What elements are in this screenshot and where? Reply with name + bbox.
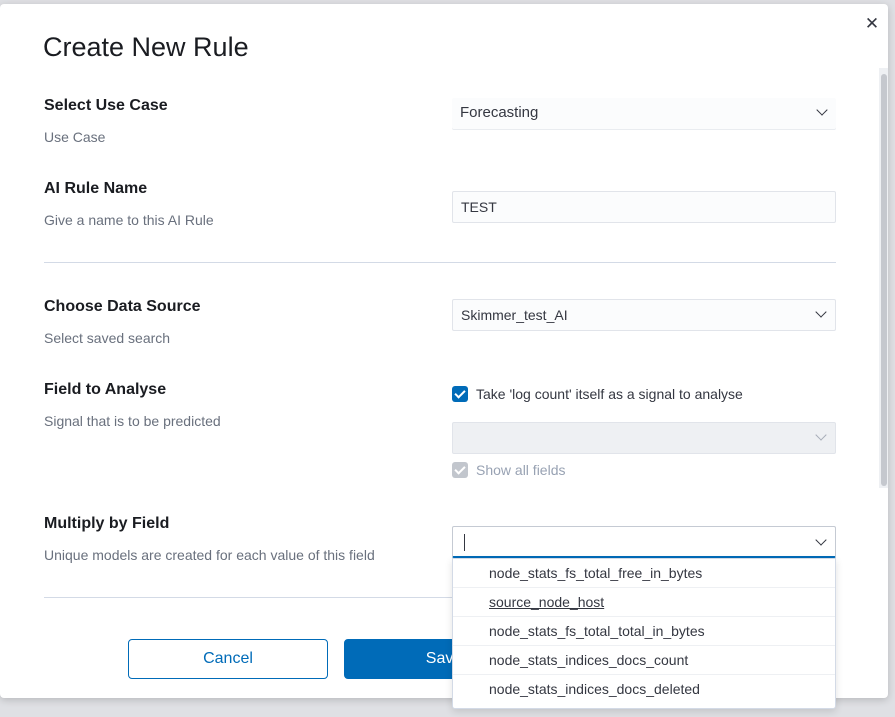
dropdown-option[interactable]: node_stats_indices_docs_deleted [453,675,835,704]
data-source-label: Choose Data Source [44,298,201,315]
multiply-by-label: Multiply by Field [44,515,170,532]
use-case-select[interactable]: Forecasting [452,98,836,130]
use-case-select-value: Forecasting [460,104,539,121]
data-source-select[interactable]: Skimmer_test_AI [452,299,836,331]
chevron-down-icon [815,429,827,441]
chevron-down-icon [816,104,828,116]
use-case-description: Use Case [44,129,106,145]
use-case-label: Select Use Case [44,97,168,114]
rule-name-label: AI Rule Name [44,180,148,197]
multiply-by-description: Unique models are created for each value… [44,547,375,563]
checkbox-checked-icon[interactable] [452,386,468,402]
dropdown-option[interactable]: node_stats_indices_docs_count [453,646,835,675]
chevron-down-icon[interactable] [815,534,827,546]
section-divider [44,262,836,263]
chevron-down-icon [815,306,827,318]
rule-name-description: Give a name to this AI Rule [44,212,214,228]
checkbox-checked-icon [452,462,468,478]
multiply-by-combobox[interactable] [452,526,836,558]
cancel-button[interactable]: Cancel [128,639,328,679]
dropdown-option[interactable]: node_stats_fs_total_free_in_bytes [453,559,835,588]
rule-name-input[interactable]: TEST [452,191,836,223]
show-all-fields-label: Show all fields [476,462,566,478]
dropdown-option[interactable]: source_node_host [453,588,835,617]
log-count-checkbox-label: Take 'log count' itself as a signal to a… [476,386,743,402]
text-cursor [464,534,465,551]
field-analyse-description: Signal that is to be predicted [44,413,221,429]
rule-name-input-value: TEST [461,199,497,215]
show-all-fields-checkbox: Show all fields [452,461,566,479]
data-source-description: Select saved search [44,330,171,346]
field-analyse-select [452,422,836,454]
close-icon[interactable]: ✕ [862,14,882,34]
modal-title: Create New Rule [43,32,249,62]
scrollbar-thumb[interactable] [881,74,887,486]
data-source-select-value: Skimmer_test_AI [461,307,568,323]
dropdown-option[interactable]: node_stats_fs_total_total_in_bytes [453,617,835,646]
multiply-by-dropdown: node_stats_fs_total_free_in_bytes source… [452,558,836,709]
log-count-checkbox[interactable]: Take 'log count' itself as a signal to a… [452,385,743,403]
field-analyse-label: Field to Analyse [44,381,167,398]
